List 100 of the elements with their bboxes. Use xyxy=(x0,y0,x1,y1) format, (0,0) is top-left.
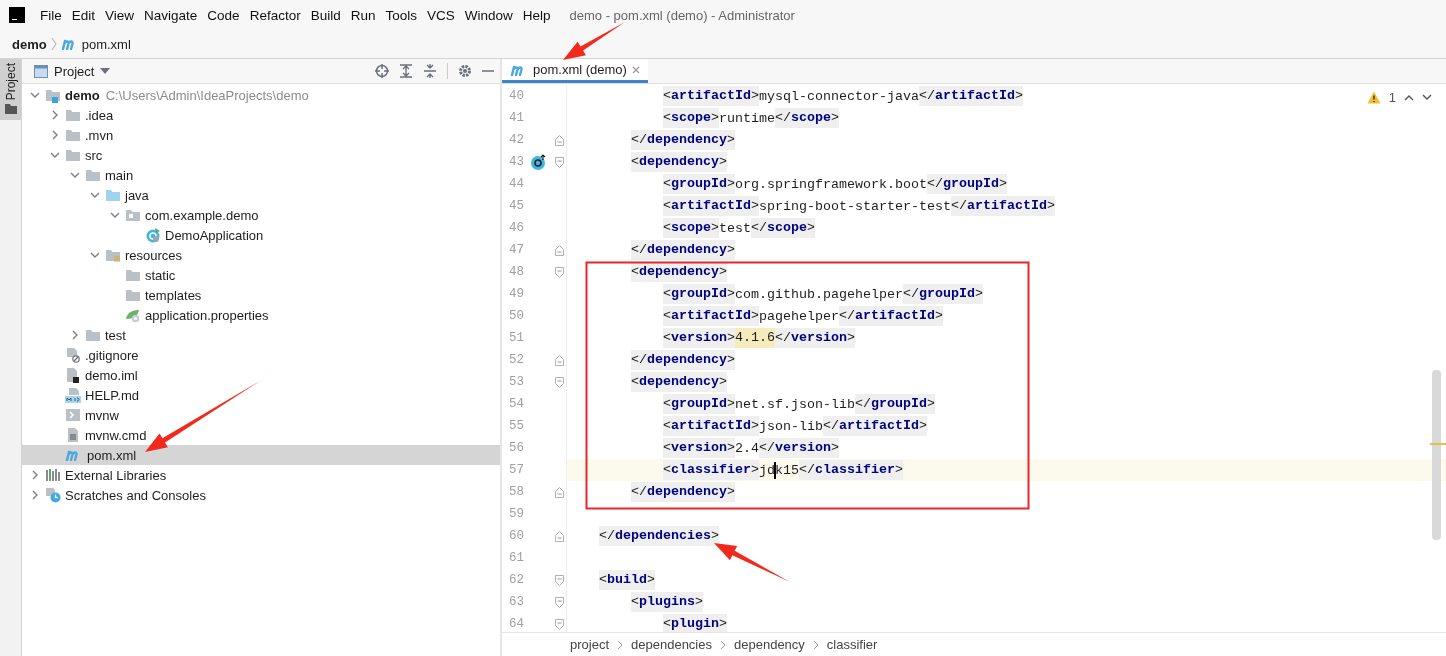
line-number: 42 xyxy=(508,133,524,147)
terminal-icon xyxy=(65,407,81,423)
settings-icon[interactable] xyxy=(458,64,472,78)
scrollbar-thumb[interactable] xyxy=(1432,370,1441,540)
tree-item[interactable]: demo xyxy=(42,85,104,105)
down-chevron-icon[interactable] xyxy=(1422,94,1432,101)
tree-item[interactable]: Scratches and Consoles xyxy=(42,485,210,505)
code-line: <groupId>org.springframework.boot</groupId> xyxy=(662,174,1007,194)
panel-title[interactable]: Project xyxy=(54,63,95,79)
up-chevron-icon[interactable] xyxy=(1404,94,1414,101)
tree-item[interactable]: test xyxy=(82,325,130,345)
line-number: 61 xyxy=(508,551,524,565)
tree-item[interactable]: .gitignore xyxy=(62,345,143,365)
tree-item[interactable]: mvnw.cmd xyxy=(62,425,151,445)
tree-item[interactable]: demo.iml xyxy=(62,365,142,385)
line-number: 63 xyxy=(508,595,524,609)
fold-marker-icon[interactable] xyxy=(554,596,564,608)
menu-item[interactable]: VCS xyxy=(422,7,460,23)
code-line: <scope>runtime</scope> xyxy=(662,108,839,128)
warning-count[interactable]: 1 xyxy=(1388,90,1396,105)
fold-marker-icon[interactable] xyxy=(554,354,564,366)
close-icon[interactable] xyxy=(631,65,640,74)
chevron-icon xyxy=(812,639,819,650)
warning-icon[interactable] xyxy=(1366,91,1381,104)
menu-item[interactable]: Run xyxy=(345,7,381,23)
menu-item[interactable]: Edit xyxy=(66,7,101,23)
line-number: 58 xyxy=(508,485,524,499)
tree-item[interactable]: HELP.md xyxy=(62,385,143,405)
breadcrumb[interactable]: dependency xyxy=(734,637,805,652)
tree-item[interactable]: java xyxy=(102,185,153,205)
menu-item[interactable]: View xyxy=(100,7,140,23)
fold-marker-icon[interactable] xyxy=(554,156,564,168)
editor-tab[interactable]: pom.xml (demo) xyxy=(502,59,648,83)
tool-window-tab[interactable]: Project xyxy=(0,59,21,121)
warning-stripe-mark xyxy=(1430,443,1446,445)
tree-item[interactable]: .mvn xyxy=(62,125,118,145)
tree-item[interactable]: resources xyxy=(102,245,187,265)
breadcrumb[interactable]: pom.xml xyxy=(81,36,131,52)
tree-item[interactable]: mvnw xyxy=(62,405,123,425)
tree-item[interactable]: templates xyxy=(122,285,206,305)
breadcrumb[interactable]: demo xyxy=(12,36,47,52)
code-line: <scope>test</scope> xyxy=(662,218,815,238)
breadcrumb[interactable]: dependencies xyxy=(631,637,712,652)
line-number: 46 xyxy=(508,221,524,235)
fold-marker-icon[interactable] xyxy=(554,266,564,278)
menu-item[interactable]: Help xyxy=(517,7,556,23)
line-number: 45 xyxy=(508,199,524,213)
locate-icon[interactable] xyxy=(375,64,389,78)
tree-item[interactable]: com.example.demo xyxy=(122,205,263,225)
folder-icon xyxy=(65,128,81,142)
path-text: C:\Users\Admin\IdeaProjects\demo xyxy=(105,87,309,103)
line-number: 52 xyxy=(508,353,524,367)
tree-item[interactable]: External Libraries xyxy=(42,465,171,485)
line-number: 44 xyxy=(508,177,524,191)
line-number: 54 xyxy=(508,397,524,411)
menu-item[interactable]: Build xyxy=(305,7,346,23)
expand-all-icon[interactable] xyxy=(399,64,413,78)
tree-item[interactable]: src xyxy=(62,145,107,165)
code-line: <groupId>com.github.pagehelper</groupId> xyxy=(662,284,983,304)
fold-marker-icon[interactable] xyxy=(554,134,564,146)
file-icon xyxy=(65,347,81,363)
app-logo-icon xyxy=(9,7,25,23)
fold-marker-icon[interactable] xyxy=(554,244,564,256)
code-line: <artifactId>json-lib</artifactId> xyxy=(662,416,927,436)
menu-item[interactable]: Code xyxy=(202,7,245,23)
line-number: 64 xyxy=(508,617,524,631)
folder-icon xyxy=(45,87,61,103)
fold-marker-icon[interactable] xyxy=(554,486,564,498)
fold-marker-icon[interactable] xyxy=(554,618,564,630)
line-number: 49 xyxy=(508,287,524,301)
line-number: 48 xyxy=(508,265,524,279)
menu-item[interactable]: Window xyxy=(459,7,518,23)
folder-icon xyxy=(65,148,81,162)
folder-icon xyxy=(85,328,101,342)
tree-item[interactable]: DemoApplication xyxy=(142,225,268,245)
menu-item[interactable]: Tools xyxy=(380,7,422,23)
menu-item[interactable]: File xyxy=(35,7,67,23)
chevron-icon xyxy=(720,639,726,650)
line-number: 59 xyxy=(508,507,524,521)
breadcrumb[interactable]: classifier xyxy=(826,637,878,652)
folder-icon xyxy=(85,168,101,182)
line-number: 60 xyxy=(508,529,524,543)
menu-item[interactable]: Navigate xyxy=(139,7,203,23)
line-number: 47 xyxy=(508,243,524,257)
fold-marker-icon[interactable] xyxy=(554,530,564,542)
fold-marker-icon[interactable] xyxy=(554,376,564,388)
tree-item[interactable]: main xyxy=(82,165,138,185)
collapse-all-icon[interactable] xyxy=(423,64,437,78)
class-icon xyxy=(145,227,161,243)
leaf-icon xyxy=(125,307,141,323)
fold-marker-icon[interactable] xyxy=(554,574,564,586)
tree-item[interactable]: .idea xyxy=(62,105,118,125)
menu-item[interactable]: Refactor xyxy=(244,7,306,23)
line-number: 41 xyxy=(508,111,524,125)
line-number: 43 xyxy=(508,155,524,169)
tree-item[interactable]: application.properties xyxy=(122,305,273,325)
folder-icon xyxy=(105,188,121,202)
dropdown-caret-icon[interactable] xyxy=(100,68,111,74)
tree-item[interactable]: static xyxy=(122,265,180,285)
breadcrumb[interactable]: project xyxy=(570,637,610,652)
